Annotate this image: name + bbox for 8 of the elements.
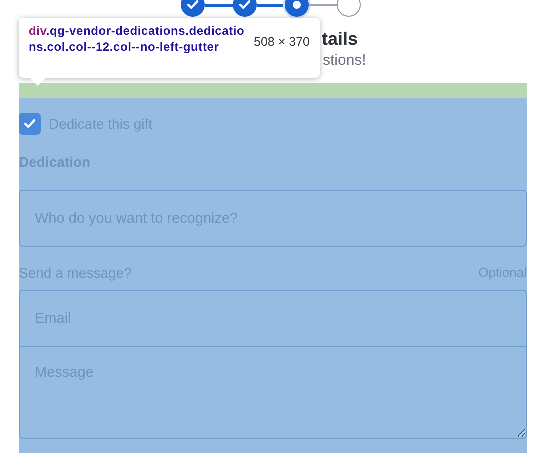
page-subheading: stions! (323, 51, 366, 71)
checkbox[interactable] (19, 113, 41, 135)
page-heading: tails (322, 28, 358, 51)
check-icon (24, 119, 36, 129)
element-selector: div.qg-vendor-dedications.dedications.col.col--12.col--no-left-gutter (29, 23, 246, 56)
check-icon (186, 0, 198, 10)
element-size: 508 × 370 (254, 34, 310, 50)
check-icon (238, 0, 250, 10)
